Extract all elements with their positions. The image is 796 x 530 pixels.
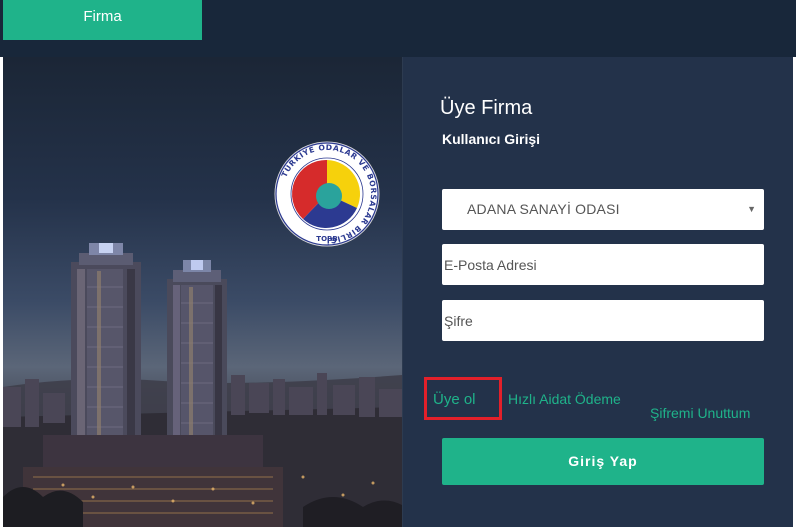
fast-payment-link[interactable]: Hızlı Aidat Ödeme bbox=[508, 391, 621, 407]
highlight-box bbox=[424, 377, 502, 420]
login-button[interactable]: Giriş Yap bbox=[442, 438, 764, 485]
chamber-select[interactable]: ADANA SANAYİ ODASI ▼ bbox=[442, 189, 764, 230]
password-field[interactable] bbox=[442, 300, 764, 341]
login-subtitle: Kullanıcı Girişi bbox=[442, 131, 541, 147]
forgot-password-link[interactable]: Şifremi Unuttum bbox=[650, 405, 750, 421]
email-field[interactable] bbox=[442, 244, 764, 285]
city-skyline-illustration: TÜRKİYE ODALAR VE BORSALAR BİRLİĞİ TOBB bbox=[3, 141, 402, 527]
tab-firma[interactable]: Firma bbox=[3, 0, 202, 40]
hero-photo: TÜRKİYE ODALAR VE BORSALAR BİRLİĞİ TOBB bbox=[3, 57, 402, 527]
chamber-select-value: ADANA SANAYİ ODASI bbox=[467, 201, 620, 217]
password-field-wrapper bbox=[442, 300, 764, 341]
email-field-wrapper bbox=[442, 244, 764, 285]
top-navigation-bar: Firma bbox=[0, 0, 796, 57]
page-title: Üye Firma bbox=[440, 97, 533, 119]
tobb-logo-icon: TÜRKİYE ODALAR VE BORSALAR BİRLİĞİ TOBB bbox=[274, 141, 380, 247]
svg-text:TOBB: TOBB bbox=[316, 235, 337, 243]
dropdown-caret-icon: ▼ bbox=[747, 204, 756, 214]
